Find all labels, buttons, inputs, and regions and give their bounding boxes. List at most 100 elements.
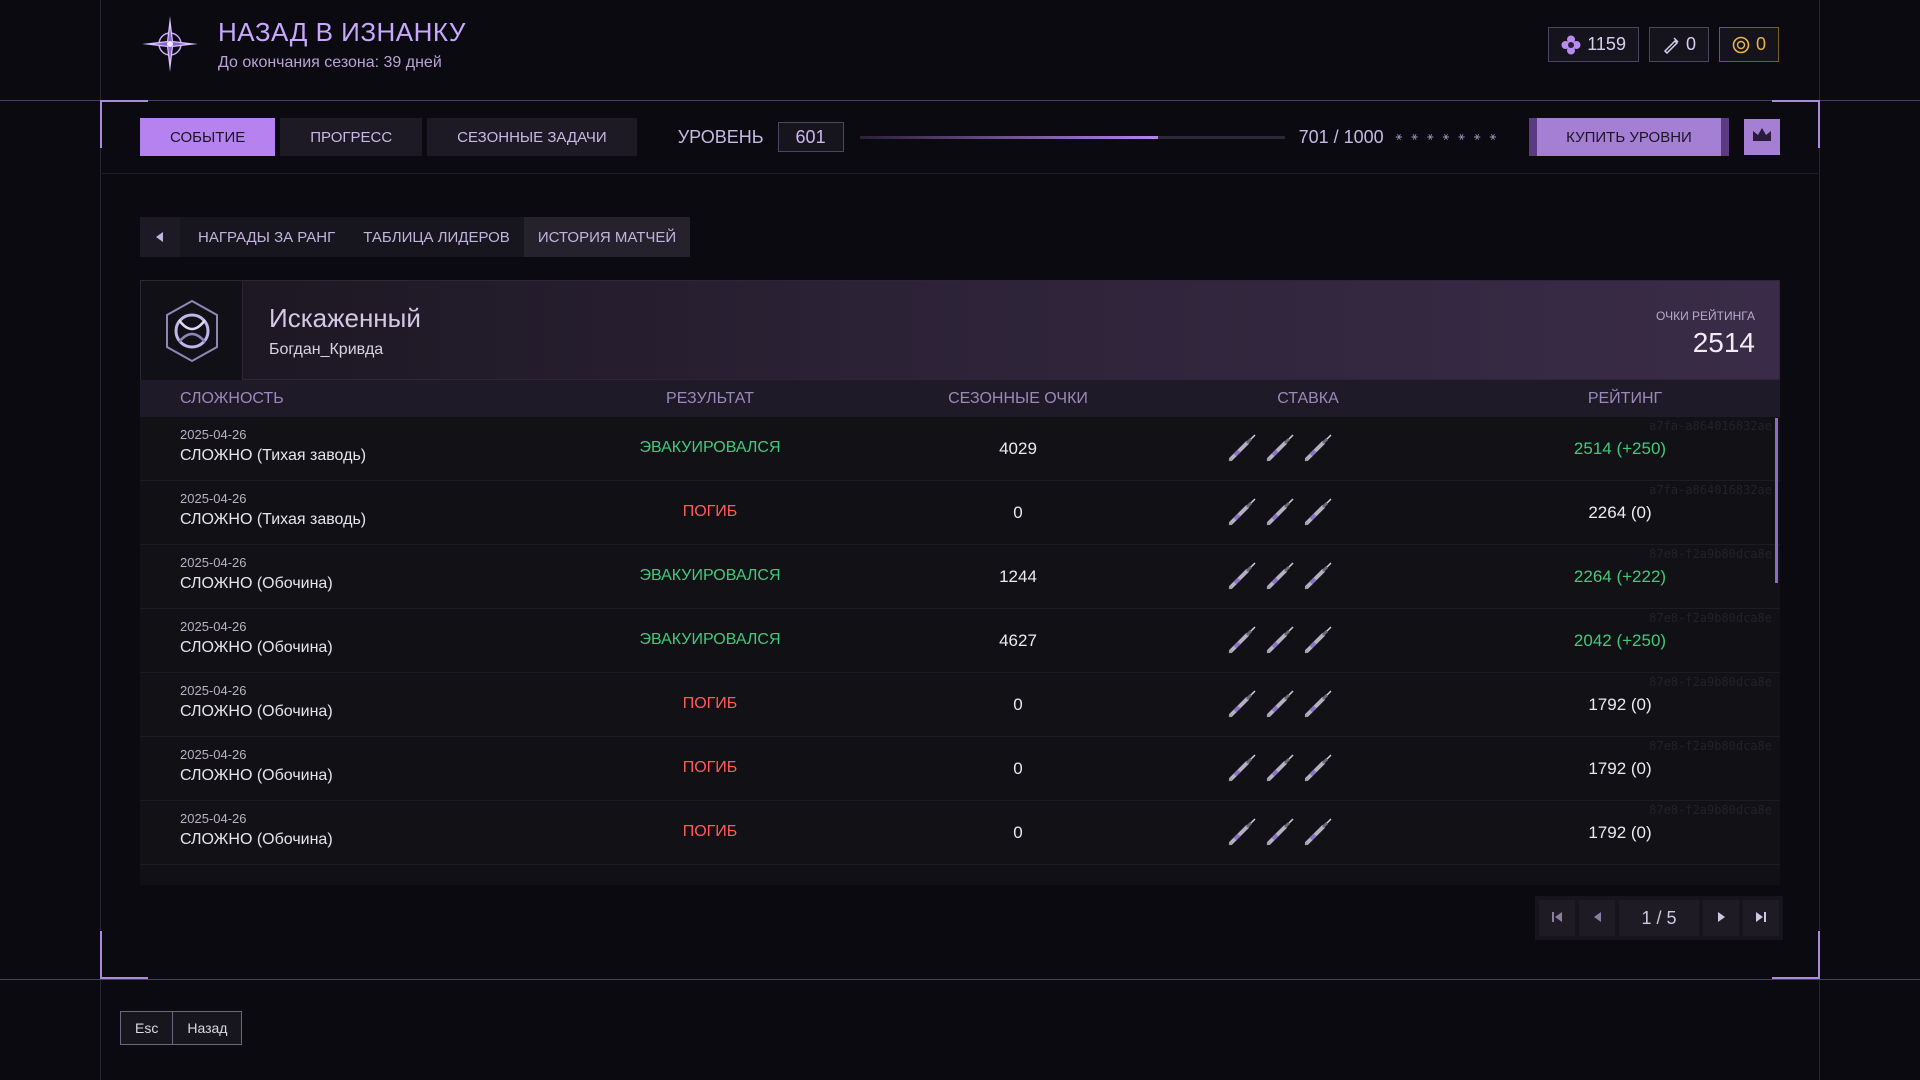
currency-value: 0: [1755, 34, 1766, 54]
col-stake: СТАВКА: [1277, 390, 1339, 407]
first-page-button[interactable]: [1539, 900, 1575, 936]
match-result: ПОГИБ: [682, 503, 738, 520]
stake-icons: [1225, 495, 1335, 534]
subtab-leaderboard[interactable]: ТАБЛИЦА ЛИДЕРОВ: [349, 217, 524, 257]
season-points: 0: [1013, 759, 1023, 778]
compass-star-logo-icon: [140, 14, 200, 74]
caret-left-icon: [156, 229, 164, 246]
table-row[interactable]: 2025-04-26 СЛОЖНО (Обочина) ЭВАКУИРОВАЛСЯ 1…: [140, 545, 1780, 609]
premium-crown-button[interactable]: [1744, 119, 1780, 155]
tab-progress[interactable]: ПРОГРЕСС: [280, 118, 423, 156]
back-hint[interactable]: Esc Назад: [120, 1011, 243, 1045]
last-page-button[interactable]: [1743, 900, 1779, 936]
rating-change: 2042 (+250): [1573, 631, 1667, 650]
prev-page-button[interactable]: [1579, 900, 1615, 936]
match-date: 2025-04-26: [180, 747, 247, 762]
match-date: 2025-04-26: [180, 683, 247, 698]
flower-icon: [1561, 35, 1581, 55]
match-mode: СЛОЖНО (Обочина): [180, 575, 333, 592]
table-row[interactable]: 2025-04-26 СЛОЖНО (Обочина) ПОГИБ 0 1792 (0)…: [140, 673, 1780, 737]
tab-event[interactable]: СОБЫТИЕ: [140, 118, 276, 156]
syringe-icon: [1225, 815, 1259, 854]
caret-right-icon: [1717, 911, 1725, 925]
level-label: УРОВЕНЬ: [677, 126, 764, 147]
level-value: 601: [777, 122, 844, 152]
table-row[interactable]: 2025-04-26 СЛОЖНО (Тихая заводь) ЭВАКУИРОВ…: [140, 417, 1780, 481]
stake-icons: [1225, 431, 1335, 470]
pagination: 1 / 5: [1535, 896, 1783, 940]
subtabs: НАГРАДЫ ЗА РАНГ ТАБЛИЦА ЛИДЕРОВ ИСТОРИЯ …: [140, 217, 691, 257]
syringe-icon: [1301, 751, 1335, 790]
syringe-icon: [1263, 623, 1297, 662]
subtab-rank-rewards[interactable]: НАГРАДЫ ЗА РАНГ: [184, 217, 349, 257]
stake-icons: [1225, 559, 1335, 598]
currency-gold: 0: [1718, 27, 1779, 62]
match-id: 87e8-f2a9b80dca8e: [1649, 675, 1772, 689]
frame-line: [0, 100, 1920, 101]
syringe-icon: [1225, 751, 1259, 790]
player-profile-card: Искаженный Богдан_Кривда ОЧКИ РЕЙТИНГА 2…: [140, 280, 1780, 381]
season-points: 0: [1013, 823, 1023, 842]
match-id: 87e8-f2a9b80dca8e: [1649, 803, 1772, 817]
stake-icons: [1225, 687, 1335, 726]
season-points: 0: [1013, 503, 1023, 522]
back-button[interactable]: Назад: [173, 1012, 242, 1044]
season-remaining: До окончания сезона: 39 дней: [218, 53, 442, 71]
match-history-table: СЛОЖНОСТЬ РЕЗУЛЬТАТ СЕЗОННЫЕ ОЧКИ СТАВКА…: [140, 380, 1780, 885]
season-points: 4029: [999, 439, 1037, 458]
match-mode: СЛОЖНО (Обочина): [180, 831, 333, 848]
page-header: НАЗАД В ИЗНАНКУ До окончания сезона: 39 …: [140, 14, 466, 74]
syringe-icon: [1263, 495, 1297, 534]
currency-value: 1159: [1587, 34, 1626, 54]
table-scrollbar[interactable]: [1775, 418, 1778, 583]
skip-start-icon: [1552, 911, 1562, 925]
esc-key-hint: Esc: [121, 1012, 174, 1044]
match-date: 2025-04-26: [180, 811, 247, 826]
match-mode: СЛОЖНО (Обочина): [180, 639, 333, 656]
currency-flower: 1159: [1548, 27, 1639, 62]
buy-levels-button[interactable]: КУПИТЬ УРОВНИ: [1529, 118, 1729, 156]
stake-icons: [1225, 751, 1335, 790]
season-points: 0: [1013, 695, 1023, 714]
stake-icons: [1225, 623, 1335, 662]
stars-decoration: ⚹ ⚹ ⚹ ⚹ ⚹ ⚹ ⚹: [1395, 130, 1500, 143]
level-progress-fill: [859, 135, 1158, 139]
subtab-match-history[interactable]: ИСТОРИЯ МАТЧЕЙ: [523, 217, 691, 257]
subtabs-back-button[interactable]: [140, 217, 180, 257]
table-row[interactable]: 2025-04-26 СЛОЖНО (Обочина) ЭВАКУИРОВАЛСЯ 4…: [140, 609, 1780, 673]
col-difficulty: СЛОЖНОСТЬ: [180, 390, 284, 407]
next-page-button[interactable]: [1703, 900, 1739, 936]
level-progress-bar: [859, 135, 1285, 139]
col-season-points: СЕЗОННЫЕ ОЧКИ: [948, 390, 1088, 407]
match-id: 87e8-f2a9b80dca8e: [1649, 547, 1772, 561]
table-row[interactable]: 2025-04-26 СЛОЖНО (Обочина) ПОГИБ 0 1792 (0)…: [140, 801, 1780, 865]
rank-emblem-icon: [141, 281, 243, 381]
event-navbar: СОБЫТИЕ ПРОГРЕСС СЕЗОННЫЕ ЗАДАЧИ УРОВЕНЬ…: [140, 118, 1780, 156]
syringe-icon: [1301, 815, 1335, 854]
match-mode: СЛОЖНО (Обочина): [180, 767, 333, 784]
table-row[interactable]: 2025-04-26 СЛОЖНО (Обочина) ПОГИБ 0 1792 (0)…: [140, 737, 1780, 801]
syringe-icon: [1301, 623, 1335, 662]
syringe-icon: [1263, 751, 1297, 790]
stake-icons: [1225, 815, 1335, 854]
match-result: ПОГИБ: [682, 823, 738, 840]
tab-season-tasks[interactable]: СЕЗОННЫЕ ЗАДАЧИ: [427, 118, 637, 156]
match-mode: СЛОЖНО (Тихая заводь): [180, 447, 367, 464]
frame-line: [100, 0, 101, 1080]
match-id: a7fa-a864016832ae: [1649, 483, 1772, 497]
col-result: РЕЗУЛЬТАТ: [666, 390, 754, 407]
rating-change: 1792 (0): [1588, 759, 1652, 778]
table-row[interactable]: 2025-04-26 СЛОЖНО (Тихая заводь) ПОГИБ 0 226…: [140, 481, 1780, 545]
syringe-icon: [1225, 687, 1259, 726]
match-id: 87e8-f2a9b80dca8e: [1649, 739, 1772, 753]
syringe-icon: [1301, 559, 1335, 598]
gold-coin-icon: [1732, 36, 1750, 54]
syringe-icon: [1263, 815, 1297, 854]
rating-change: 2264 (0): [1588, 503, 1652, 522]
match-id: a7fa-a864016832ae: [1649, 419, 1772, 433]
season-points: 1244: [999, 567, 1037, 586]
syringe-icon: [1263, 687, 1297, 726]
rating-label: ОЧКИ РЕЙТИНГА: [1656, 309, 1755, 323]
season-points: 4627: [999, 631, 1037, 650]
syringe-ticket-icon: [1662, 36, 1680, 54]
